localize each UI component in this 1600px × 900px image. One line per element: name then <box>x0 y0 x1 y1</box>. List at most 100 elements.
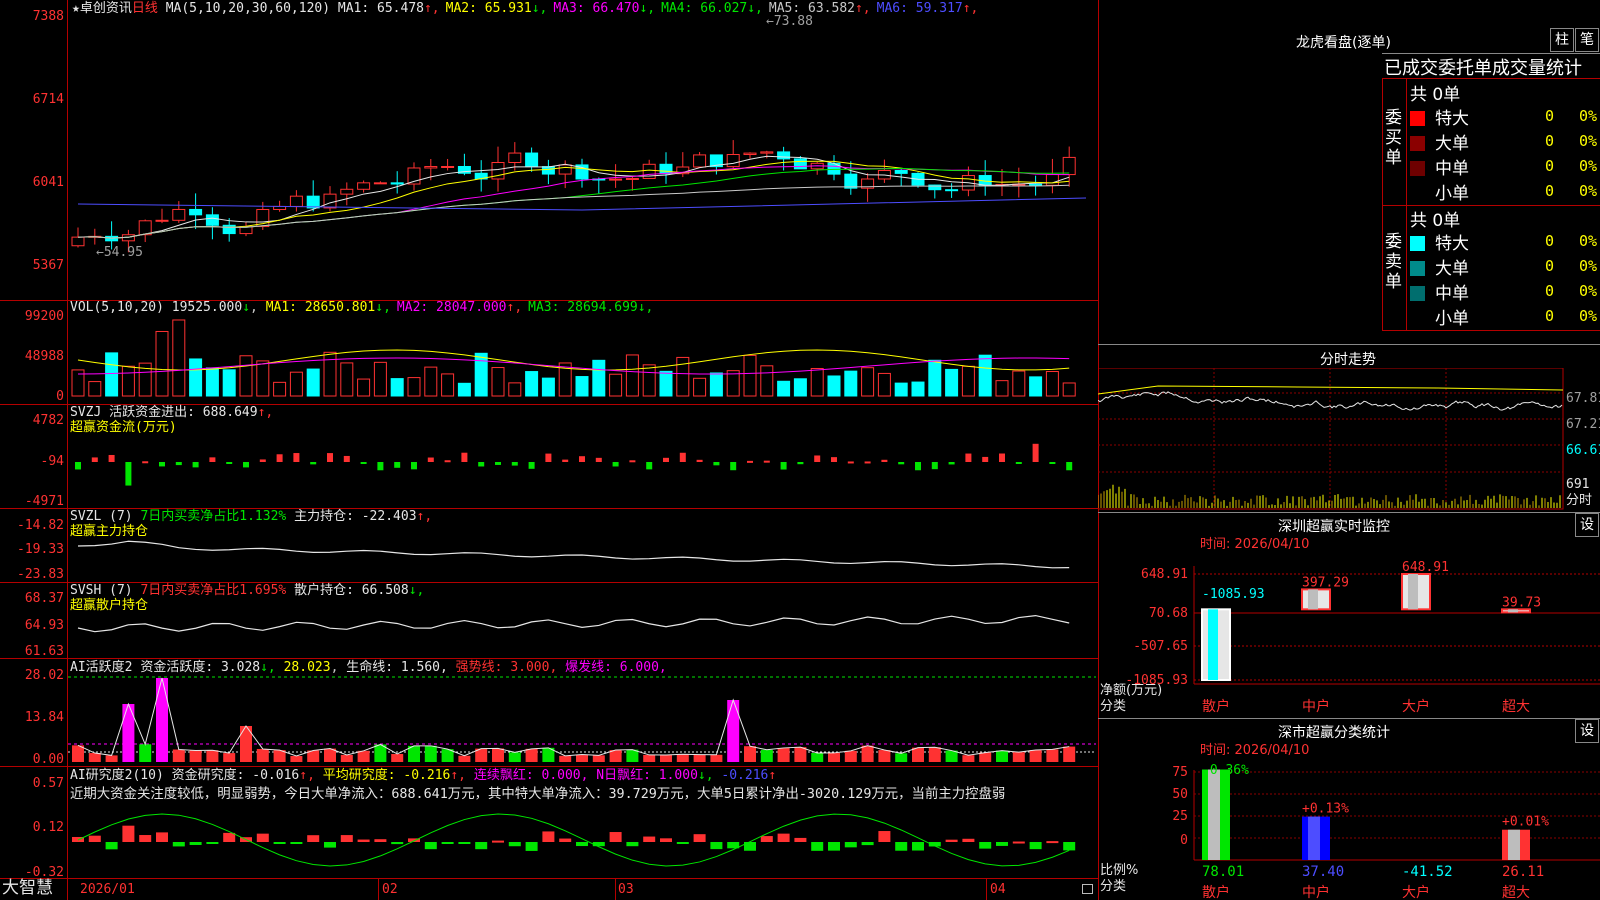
activity-bar <box>660 755 672 762</box>
sz-monitor-chart[interactable]: -1085.93 散户 397.29 中户 648.91 大户 39.73 超大 648.91 7… <box>1098 556 1600 714</box>
szmon-value-label: 39.73 <box>1502 595 1541 610</box>
research-bar <box>710 842 723 850</box>
activity-bar <box>760 749 773 762</box>
fund-flow-bar <box>780 462 787 470</box>
volume-bar <box>390 378 404 397</box>
sz-monitor-settings-button[interactable]: 设 <box>1575 513 1599 537</box>
vol-ma-value-3: MA3: 28694.699↓, <box>528 300 654 315</box>
volume-bar <box>1062 382 1076 397</box>
volume-bar <box>810 367 824 397</box>
szmon-value-label: -1085.93 <box>1202 587 1265 602</box>
volume-bar <box>424 366 438 397</box>
intraday-chart[interactable] <box>1098 368 1564 510</box>
szcat-ytick: 0 <box>1180 833 1188 848</box>
svzl-value: -22.403 <box>361 509 417 524</box>
sell-vol: 0 <box>1545 282 1555 300</box>
research-bar <box>223 832 236 842</box>
buy-pct: 0% <box>1579 132 1598 150</box>
kline-chart[interactable] <box>0 0 1098 900</box>
fund-flow-bar <box>915 462 921 471</box>
svzj-value: 688.649 <box>202 405 258 420</box>
activity-bar <box>172 749 185 762</box>
svsh-hold: 散户持仓: <box>294 583 354 598</box>
activity-bar <box>122 704 135 762</box>
activity-bar <box>693 754 706 762</box>
fund-flow-bar <box>327 453 333 462</box>
activity-bar <box>1063 746 1076 762</box>
volume-bar <box>995 380 1009 397</box>
lock-icon[interactable] <box>1082 884 1093 894</box>
volume-bar <box>861 367 875 397</box>
volume-bar <box>88 381 102 397</box>
buy-pct: 0% <box>1579 182 1598 200</box>
sz-category-settings-button[interactable]: 设 <box>1575 719 1599 743</box>
vol-label: VOL(5,10,20) <box>70 300 164 315</box>
ai-active-life-value: 1.560, <box>400 660 448 675</box>
szmon-ytick: -507.65 <box>1133 639 1188 654</box>
buy-total: 共 0单 <box>1410 85 1461 105</box>
research-bar <box>458 842 471 844</box>
ai-research-nday-arrow: ↓, <box>697 768 714 783</box>
volume-bar <box>541 377 555 397</box>
research-bar <box>88 835 101 842</box>
research-bar <box>559 838 572 842</box>
svsh-subtitle: 超赢散户持仓 <box>70 598 149 613</box>
buy-label: 小单 <box>1435 184 1469 204</box>
svsh-header: SVSH (7) 7日内买卖净占比1.695% 散户持仓: 66.508↓, <box>70 584 424 598</box>
volume-bar <box>357 378 371 397</box>
svsh-ratio: 7日内买卖净占比1.695% <box>140 583 287 598</box>
volume-bar <box>239 355 253 397</box>
szcat-category-label: 散户 <box>1202 884 1230 900</box>
ai-research-arrow: ↑, <box>299 768 315 783</box>
volume-bar <box>961 365 975 397</box>
bar-mode-button[interactable]: 柱 <box>1550 28 1574 52</box>
research-bar <box>475 842 488 850</box>
candle <box>945 189 959 192</box>
research-bar <box>760 836 773 842</box>
fund-flow-bar <box>1049 462 1056 464</box>
sell-label: 中单 <box>1435 284 1469 304</box>
research-bar <box>844 842 857 848</box>
dt-tabs[interactable]: 已成交委托单成交量统计 <box>1384 54 1582 80</box>
buy-swatch <box>1410 161 1425 176</box>
buy-swatch <box>1410 136 1425 151</box>
xaxis-label: 04 <box>990 882 1006 897</box>
research-bar <box>576 842 588 847</box>
ma-value-6: MA6: 59.317↑, <box>876 1 979 16</box>
ai-active-burst: 爆发线: 6.000, <box>565 660 667 675</box>
research-bar <box>861 842 874 846</box>
fund-flow-bar <box>663 457 669 462</box>
research-bar <box>912 842 924 851</box>
szmon-ytick: 648.91 <box>1141 567 1188 582</box>
candle <box>1045 174 1059 186</box>
candle <box>222 224 236 235</box>
research-bar <box>643 836 656 842</box>
fund-flow-bar <box>528 462 535 469</box>
sz-category-chart[interactable]: -0.36% 78.01 散户 +0.13% 37.40 中户 -41.52 大户 +0.01%… <box>1098 762 1600 900</box>
tick-mode-button[interactable]: 笔 <box>1575 28 1599 52</box>
fund-flow-bar <box>226 462 233 464</box>
sz-category-sep <box>1098 718 1600 719</box>
research-bar <box>139 835 152 842</box>
fund-flow-bar <box>898 462 905 465</box>
research-bar <box>1012 841 1025 844</box>
ai-research-indicator: 资金研究度: <box>171 768 245 783</box>
svsh-arrow: ↓, <box>408 583 425 598</box>
candle <box>323 193 337 209</box>
vol-ytick: 0 <box>56 389 64 404</box>
retail-hold-line <box>77 614 1070 633</box>
ai-research-value: -0.016 <box>252 768 300 783</box>
ai-active-ytick: 28.02 <box>24 668 64 683</box>
activity-bar <box>391 753 404 762</box>
fund-flow-bar <box>411 462 417 470</box>
fund-flow-bar <box>579 456 585 462</box>
activity-bar <box>828 752 840 762</box>
fund-flow-bar <box>864 461 871 464</box>
activity-bar <box>979 752 992 762</box>
sell-pct: 0% <box>1579 307 1598 325</box>
fund-flow-bar <box>1015 462 1022 464</box>
buy-pct: 0% <box>1579 157 1598 175</box>
volume-bar <box>575 376 589 397</box>
research-bar <box>811 842 824 851</box>
volume-bar <box>189 358 203 397</box>
